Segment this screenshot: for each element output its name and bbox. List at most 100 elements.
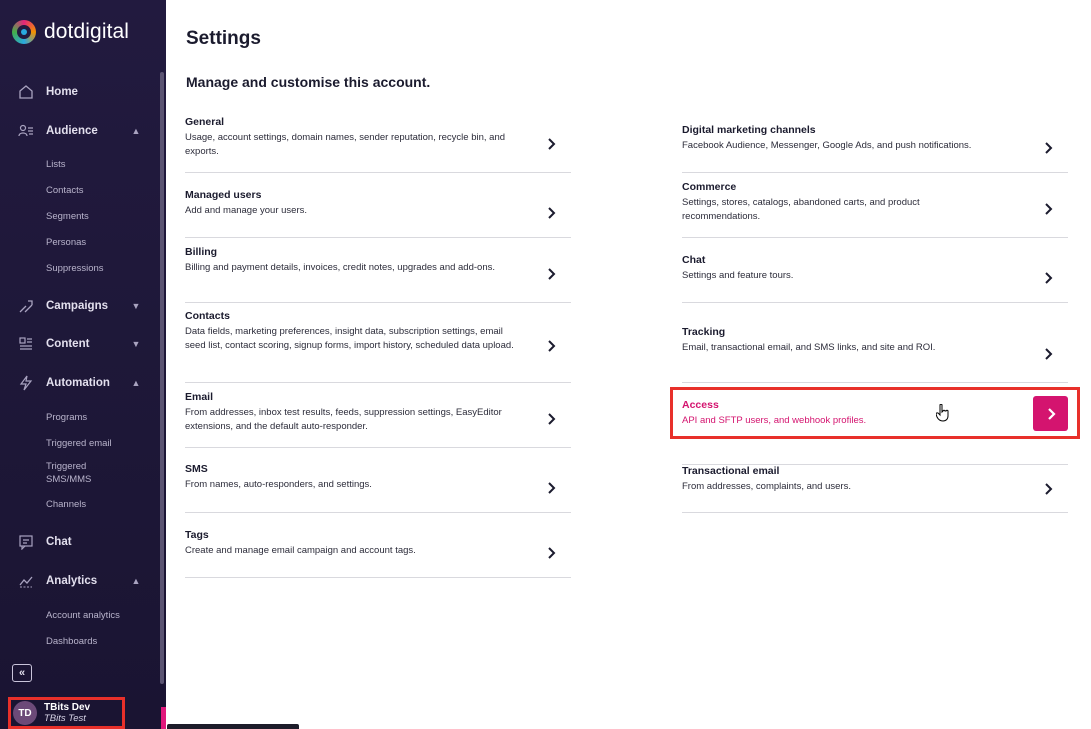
sidebar-item-automation[interactable]: Automation ▲ (0, 370, 158, 396)
settings-card-billing[interactable]: Billing Billing and payment details, inv… (185, 246, 571, 303)
card-title: General (185, 116, 225, 128)
sidebar-item-home[interactable]: Home (0, 79, 158, 105)
card-title: Tags (185, 529, 209, 541)
brand-name: dotdigital (44, 20, 130, 43)
home-icon (17, 83, 35, 101)
card-description: Data fields, marketing preferences, insi… (185, 326, 514, 351)
campaigns-icon (17, 297, 35, 315)
sidebar-item-content[interactable]: Content ▼ (0, 331, 158, 357)
settings-card-commerce[interactable]: Commerce Settings, stores, catalogs, aba… (682, 181, 1068, 238)
settings-card-chat[interactable]: Chat Settings and feature tours. (682, 254, 1068, 303)
card-title: Tracking (682, 326, 726, 338)
brand[interactable]: dotdigital (12, 17, 129, 47)
chat-icon (17, 533, 35, 551)
sidebar-subitem-contacts[interactable]: Contacts (46, 184, 84, 197)
sidebar: dotdigital Home Audience ▲ Lists Contact… (0, 0, 166, 729)
settings-card-tags[interactable]: Tags Create and manage email campaign an… (185, 529, 571, 578)
app-window: dotdigital Home Audience ▲ Lists Contact… (0, 0, 1091, 729)
sidebar-subitem-triggered-sms[interactable]: Triggered SMS/MMS (46, 460, 126, 486)
chevron-right-icon (545, 412, 559, 426)
settings-card-access[interactable]: Access API and SFTP users, and webhook p… (682, 399, 1068, 448)
card-description: Add and manage your users. (185, 205, 307, 216)
card-description: From addresses, inbox test results, feed… (185, 407, 502, 432)
settings-card-managed-users[interactable]: Managed users Add and manage your users. (185, 189, 571, 238)
sidebar-subitem-lists[interactable]: Lists (46, 158, 66, 171)
sidebar-item-analytics[interactable]: Analytics ▲ (0, 568, 158, 594)
card-title: Commerce (682, 181, 737, 193)
card-title: Access (682, 399, 719, 411)
page-title: Settings (186, 28, 261, 49)
sidebar-item-label: Analytics (46, 575, 98, 587)
analytics-icon (17, 572, 35, 590)
chevron-down-icon: ▼ (131, 339, 141, 349)
card-description: Create and manage email campaign and acc… (185, 545, 416, 556)
settings-card-tracking[interactable]: Tracking Email, transactional email, and… (682, 326, 1068, 383)
chevron-right-icon (545, 267, 559, 281)
chevron-right-icon (1047, 407, 1056, 420)
chevron-up-icon: ▲ (131, 378, 141, 388)
card-description: Billing and payment details, invoices, c… (185, 262, 495, 273)
card-description: Settings and feature tours. (682, 270, 794, 281)
chevron-down-icon: ▼ (131, 301, 141, 311)
hand-pointer-cursor-icon (935, 403, 950, 422)
settings-card-general[interactable]: General Usage, account settings, domain … (185, 116, 571, 173)
settings-card-contacts[interactable]: Contacts Data fields, marketing preferen… (185, 310, 571, 383)
sidebar-item-campaigns[interactable]: Campaigns ▼ (0, 293, 158, 319)
chevron-right-icon (1042, 271, 1056, 285)
card-description: From addresses, complaints, and users. (682, 481, 851, 492)
feedback-tab[interactable] (161, 707, 166, 729)
sidebar-item-label: Campaigns (46, 300, 108, 312)
settings-card-digital-marketing-channels[interactable]: Digital marketing channels Facebook Audi… (682, 124, 1068, 173)
card-description: Usage, account settings, domain names, s… (185, 132, 506, 157)
sidebar-subitem-account-analytics[interactable]: Account analytics (46, 609, 120, 622)
user-account: TBits Test (44, 713, 86, 724)
sidebar-subitem-personas[interactable]: Personas (46, 236, 86, 249)
card-title: SMS (185, 463, 208, 475)
user-info: TBits Dev TBits Test (44, 702, 90, 724)
card-description: Settings, stores, catalogs, abandoned ca… (682, 197, 920, 222)
sidebar-subitem-segments[interactable]: Segments (46, 210, 89, 223)
settings-card-email[interactable]: Email From addresses, inbox test results… (185, 391, 571, 448)
settings-card-transactional-email[interactable]: Transactional email From addresses, comp… (682, 464, 1068, 513)
user-profile[interactable]: TD TBits Dev TBits Test (8, 697, 125, 729)
access-open-button[interactable] (1033, 396, 1068, 431)
sidebar-item-audience[interactable]: Audience ▲ (0, 118, 158, 144)
automation-icon (17, 374, 35, 392)
card-title: Digital marketing channels (682, 124, 816, 136)
content-icon (17, 335, 35, 353)
chevron-right-icon (545, 546, 559, 560)
sidebar-scrollbar[interactable] (160, 72, 164, 684)
chevron-right-icon (545, 481, 559, 495)
sidebar-subitem-programs[interactable]: Programs (46, 411, 87, 424)
page-subtitle: Manage and customise this account. (186, 74, 431, 90)
chevron-right-icon (545, 206, 559, 220)
sidebar-item-label: Automation (46, 377, 110, 389)
sidebar-item-label: Home (46, 86, 78, 98)
chevron-right-icon (1042, 482, 1056, 496)
collapse-sidebar-button[interactable]: « (12, 664, 32, 682)
sidebar-subitem-triggered-email[interactable]: Triggered email (46, 437, 112, 450)
chevron-right-icon (545, 339, 559, 353)
sidebar-subitem-channels[interactable]: Channels (46, 498, 86, 511)
chevron-right-icon (545, 137, 559, 151)
card-title: Chat (682, 254, 706, 266)
card-description: Facebook Audience, Messenger, Google Ads… (682, 140, 972, 151)
sidebar-item-label: Chat (46, 536, 72, 548)
sidebar-subitem-dashboards[interactable]: Dashboards (46, 635, 97, 648)
chevron-right-icon (1042, 202, 1056, 216)
card-description: API and SFTP users, and webhook profiles… (682, 415, 867, 426)
avatar: TD (13, 701, 37, 725)
card-title: Email (185, 391, 214, 403)
chevron-up-icon: ▲ (131, 126, 141, 136)
card-description: From names, auto-responders, and setting… (185, 479, 372, 490)
audience-icon (17, 122, 35, 140)
sidebar-item-chat[interactable]: Chat (0, 529, 158, 555)
sidebar-item-label: Content (46, 338, 90, 350)
sidebar-item-label: Audience (46, 125, 98, 137)
sidebar-subitem-suppressions[interactable]: Suppressions (46, 262, 104, 275)
card-title: Managed users (185, 189, 262, 201)
settings-card-sms[interactable]: SMS From names, auto-responders, and set… (185, 463, 571, 513)
user-name: TBits Dev (44, 702, 91, 713)
card-title: Contacts (185, 310, 230, 322)
double-chevron-left-icon: « (18, 667, 26, 679)
